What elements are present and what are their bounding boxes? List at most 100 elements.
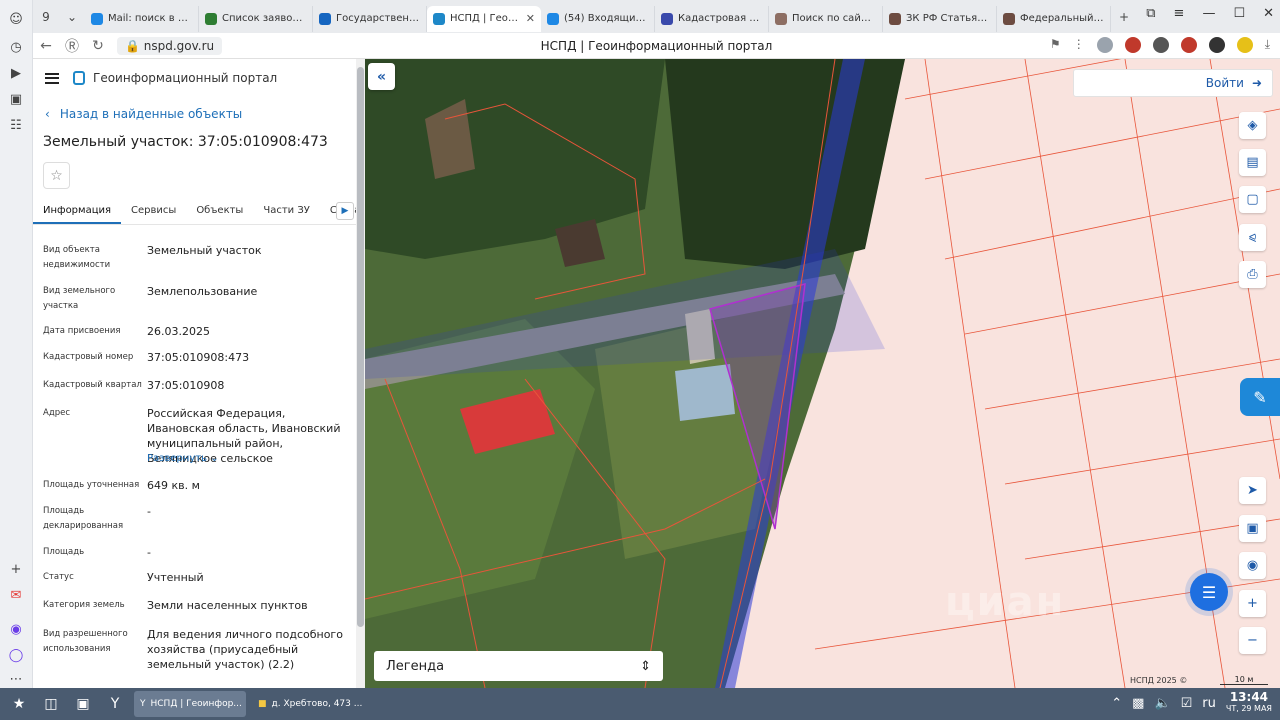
search-favicon <box>775 12 787 25</box>
maximize-icon[interactable]: ☐ <box>1233 6 1245 21</box>
ext-check-icon[interactable] <box>1208 37 1225 53</box>
panel-scrollbar[interactable] <box>356 59 365 688</box>
close-window-icon[interactable]: ✕ <box>1263 6 1274 21</box>
more-actions-icon[interactable]: ⋮ <box>1073 37 1085 53</box>
law-favicon <box>889 12 901 25</box>
chat-bubble-icon[interactable]: ☰ <box>1190 573 1228 611</box>
language-indicator[interactable]: ru <box>1202 696 1216 711</box>
gmail-favicon <box>205 12 217 25</box>
screenshot-icon[interactable]: ☷ <box>5 114 27 136</box>
tab-mail[interactable]: Mail: поиск в интернете <box>85 5 199 32</box>
url-field[interactable]: 🔒 nspd.gov.ru <box>117 36 223 55</box>
clock[interactable]: 13:44 ЧТ, 29 МАЯ <box>1226 691 1272 715</box>
bookmark-icon[interactable]: ⚑ <box>1050 37 1061 53</box>
alice-icon[interactable]: ◉ <box>5 618 27 640</box>
tab-services[interactable]: Сервисы <box>121 198 186 224</box>
map-favicon <box>661 12 673 25</box>
star-icon: ☆ <box>50 167 63 184</box>
minimize-icon[interactable]: — <box>1202 6 1215 21</box>
panel-header: Геоинформационный портал <box>33 59 365 97</box>
shield-ext-icon[interactable] <box>1096 37 1113 53</box>
ext-dark-icon[interactable] <box>1152 37 1169 53</box>
ext-red-2-icon[interactable] <box>1180 37 1197 53</box>
bookmarks-icon[interactable]: ⧉ <box>1146 6 1155 21</box>
tab-inbox[interactable]: (54) Входящие - Почта <box>541 5 655 32</box>
tabs-dropdown-icon[interactable]: ⌄ <box>61 6 83 28</box>
taskbar: ★ ◫ ▣ Y Y НСПД | Геоинфор... ■ д. Хребтово… <box>0 688 1280 720</box>
windows-icon[interactable]: ◫ <box>38 692 64 716</box>
back-arrow-icon[interactable]: ← <box>33 38 59 54</box>
monitor-check-icon[interactable]: ☑ <box>1181 696 1193 711</box>
favorite-star-button[interactable]: ☆ <box>43 162 70 189</box>
close-tab-icon[interactable]: ✕ <box>526 12 535 25</box>
tab-federal-law[interactable]: Федеральный закон <box>997 5 1111 32</box>
print-icon[interactable]: ⎙ <box>1239 261 1266 288</box>
volume-icon[interactable]: 🔈 <box>1154 696 1170 711</box>
assistant-side-icon[interactable]: ✎ <box>1240 378 1280 416</box>
history-icon[interactable]: ◷ <box>5 36 27 58</box>
parcel-boundary <box>944 188 1280 260</box>
map-canvas[interactable] <box>365 59 1280 688</box>
map-view[interactable]: циан « Войти ➜ ◈ ▤ ▢ ⪨ ⎙ ✎ ➤ ▣ ◉ + − ☰ Л… <box>365 59 1280 688</box>
zoom-out-icon[interactable]: − <box>1239 627 1266 654</box>
tab-nspd[interactable]: НСПД | Геоинформационный портал✕ <box>427 5 541 32</box>
login-button[interactable]: Войти ➜ <box>1073 69 1273 97</box>
files-icon[interactable]: ▣ <box>70 692 96 716</box>
download-icon[interactable]: ⤓ <box>1265 37 1270 53</box>
tab-requests[interactable]: Список заявок — Тасс <box>199 5 313 32</box>
collapse-panel-button[interactable]: « <box>368 63 395 90</box>
tab-information[interactable]: Информация <box>33 198 122 224</box>
ext-yellow-icon[interactable] <box>1236 37 1253 53</box>
task-browser[interactable]: Y НСПД | Геоинфор... <box>134 691 246 717</box>
gov-favicon <box>319 12 331 25</box>
tab-gov[interactable]: Государственная информационная <box>313 5 427 32</box>
tray-up-icon[interactable]: ⌃ <box>1111 696 1122 711</box>
menu-icon[interactable]: ≡ <box>1174 6 1185 21</box>
yandex-task-icon: Y <box>140 699 146 709</box>
assistant-icon[interactable]: ◯ <box>5 644 27 666</box>
more-icon[interactable]: ⋯ <box>5 668 27 690</box>
chevron-left-icon: ‹ <box>45 107 50 121</box>
tab-objects[interactable]: Объекты <box>186 198 253 224</box>
blue-roof-house <box>675 364 735 421</box>
parcel-boundary <box>984 358 1280 410</box>
mail-app-icon[interactable]: ✉ <box>5 584 27 606</box>
tab-zk-rf[interactable]: ЗК РФ Статья 39.16 <box>883 5 997 32</box>
hamburger-menu-icon[interactable] <box>45 72 59 84</box>
layers-icon[interactable]: ◈ <box>1239 112 1266 139</box>
new-tab-icon[interactable]: + <box>1113 6 1135 28</box>
tabs-next-icon[interactable]: ▶ <box>336 202 354 220</box>
minimap-icon[interactable]: ▣ <box>1239 515 1266 542</box>
expand-address-link[interactable]: Развернуть ⌄ <box>147 453 219 464</box>
play-icon[interactable]: ▶ <box>5 62 27 84</box>
yandex-icon[interactable]: Ⓡ <box>59 36 85 56</box>
legend-dropdown[interactable]: Легенда ⇕ <box>374 651 663 681</box>
tab-count-badge[interactable]: 9 <box>35 6 57 28</box>
tab-site-search[interactable]: Поиск по сайту \ Ко <box>769 5 883 32</box>
window-controls: ⧉ ≡ — ☐ ✕ <box>1146 6 1274 21</box>
select-area-icon[interactable]: ▢ <box>1239 186 1266 213</box>
tab-parts[interactable]: Части ЗУ <box>253 198 320 224</box>
chevron-down-icon: ⌄ <box>210 453 219 464</box>
portal-name: Геоинформационный портал <box>93 71 278 85</box>
cian-watermark: циан <box>945 579 1066 625</box>
scrollbar-thumb[interactable] <box>357 67 364 627</box>
task-folder[interactable]: ■ д. Хребтово, 473 ... <box>252 691 364 717</box>
add-panel-icon[interactable]: + <box>5 558 27 580</box>
portal-logo-icon <box>73 71 85 85</box>
info-tabs: Информация Сервисы Объекты Части ЗУ Сост… <box>33 198 365 225</box>
yandex-browser-icon[interactable]: Y <box>102 692 128 716</box>
locate-icon[interactable]: ➤ <box>1239 477 1266 504</box>
ext-red-icon[interactable] <box>1124 37 1141 53</box>
start-star-icon[interactable]: ★ <box>6 692 32 716</box>
geo-search-icon[interactable]: ◉ <box>1239 552 1266 579</box>
tab-cadastral-map[interactable]: Кадастровая карта <box>655 5 769 32</box>
zoom-in-icon[interactable]: + <box>1239 590 1266 617</box>
ruler-icon[interactable]: ▤ <box>1239 149 1266 176</box>
back-to-results-link[interactable]: ‹ Назад в найденные объекты <box>45 107 242 121</box>
counter-icon[interactable]: ▣ <box>5 88 27 110</box>
share-icon[interactable]: ⪨ <box>1239 224 1266 251</box>
network-icon[interactable]: ▩ <box>1132 696 1144 711</box>
profile-icon[interactable]: ☺ <box>5 8 27 30</box>
reload-icon[interactable]: ↻ <box>85 38 111 54</box>
